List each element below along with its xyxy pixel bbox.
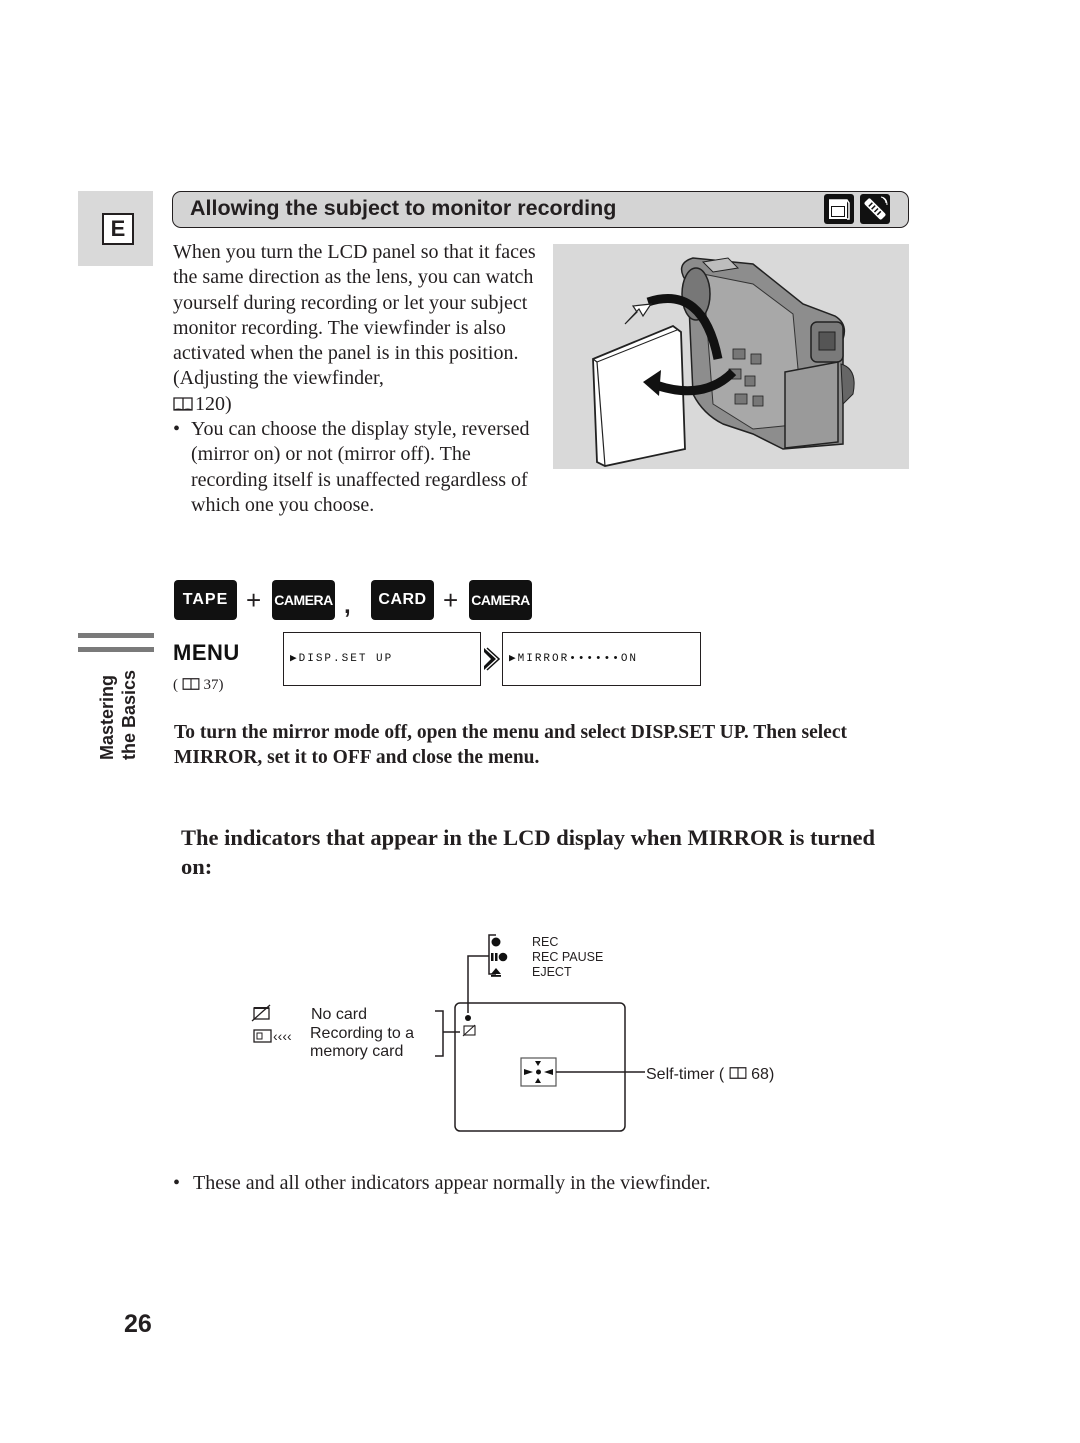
camera-mode-badge: CAMERA [469, 580, 532, 620]
side-tab-divider [78, 633, 154, 638]
eject-icon [491, 968, 501, 977]
side-tab-label: Mastering the Basics [97, 669, 139, 761]
self-timer-label: Self-timer ( 68) [646, 1066, 775, 1083]
menu-screen-disp-set-up: ▶DISP.SET UP [283, 632, 481, 686]
rec-pause-label: REC PAUSE [532, 950, 604, 964]
remote-control-icon [860, 194, 890, 224]
rec-dot-icon [491, 937, 501, 947]
eject-label: EJECT [532, 965, 572, 979]
self-timer-icon [520, 1057, 557, 1087]
instruction-text: To turn the mirror mode off, open the me… [174, 722, 847, 768]
recording-to-card-label: Recording to a [310, 1025, 415, 1042]
indicators-subheading: The indicators that appear in the LCD di… [181, 825, 876, 879]
plus-sign: + [246, 585, 262, 615]
footnote: • These and all other indicators appear … [173, 1172, 711, 1194]
camcorder-lcd-rotate-illustration [553, 244, 909, 469]
language-tab-letter: E [102, 213, 134, 245]
tape-mode-badge: TAPE [174, 580, 237, 620]
no-card-label: No card [311, 1006, 368, 1023]
double-chevron-right-icon [482, 647, 501, 676]
plus-sign: + [443, 585, 459, 615]
recording-to-card-icon: ‹‹‹‹ [253, 1028, 292, 1044]
intro-page-ref: 120) [195, 392, 232, 415]
menu-label: MENU [173, 640, 240, 665]
rec-indicator-dot [465, 1015, 471, 1021]
camera-mode-badge: CAMERA [272, 580, 335, 620]
book-ref-icon [182, 677, 204, 693]
intro-paragraph: When you turn the LCD panel so that it f… [173, 240, 543, 417]
camera-mode-icon [824, 194, 854, 224]
side-tab-divider [78, 647, 154, 652]
book-ref-icon [729, 1066, 751, 1083]
memory-card-label: memory card [310, 1043, 404, 1060]
menu-screen-mirror-on: ▶MIRROR••••••ON [502, 632, 701, 686]
rec-pause-icon [491, 952, 508, 962]
section-title: Allowing the subject to monitor recordin… [190, 196, 617, 220]
no-card-icon [251, 1004, 271, 1022]
rec-label: REC [532, 935, 559, 949]
book-ref-icon [173, 392, 195, 417]
intro-bullet: • You can choose the display style, reve… [173, 418, 530, 516]
svg-text:‹‹‹‹: ‹‹‹‹ [273, 1028, 292, 1044]
left-bracket [435, 1010, 444, 1057]
intro-text: When you turn the LCD panel so that it f… [173, 240, 543, 518]
page-number: 26 [124, 1310, 152, 1338]
mode-separator: , [344, 592, 351, 619]
menu-page-ref: ( 37) [173, 677, 224, 693]
card-mode-badge: CARD [371, 580, 434, 620]
